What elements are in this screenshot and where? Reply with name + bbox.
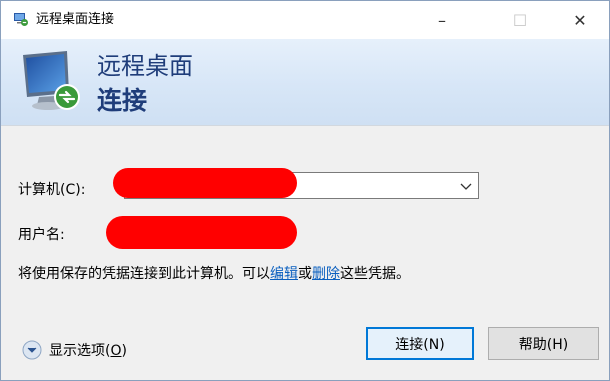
delete-link[interactable]: 删除: [312, 266, 340, 282]
expand-circle-icon[interactable]: [22, 340, 42, 360]
info-prefix: 将使用保存的凭据连接到此计算机。可以: [18, 266, 270, 282]
edit-link[interactable]: 编辑: [270, 266, 298, 282]
header-banner: 远程桌面 连接: [1, 39, 609, 126]
user-label: 用户名:: [18, 227, 65, 243]
connect-button[interactable]: 连接(N): [366, 327, 474, 360]
banner-subtitle: 连接: [97, 86, 148, 115]
help-button[interactable]: 帮助(H): [488, 327, 599, 360]
remote-desktop-icon: [14, 13, 28, 26]
rdp-window: 远程桌面连接 – ☐ ✕ 远程桌面 连接 计算机(C): 用户名: 将使用保存的…: [0, 0, 610, 381]
info-or: 或: [298, 266, 312, 282]
window-title: 远程桌面连接: [36, 12, 115, 27]
credentials-info: 将使用保存的凭据连接到此计算机。可以编辑或删除这些凭据。: [18, 265, 410, 283]
redaction-mark: [113, 168, 297, 198]
close-button[interactable]: ✕: [557, 1, 603, 39]
banner-title: 远程桌面: [97, 52, 193, 80]
title-bar[interactable]: 远程桌面连接 – ☐ ✕: [1, 1, 609, 39]
remote-desktop-monitor-icon: [23, 51, 80, 110]
minimize-button[interactable]: –: [419, 1, 465, 39]
show-options-label: 显示选项(O): [49, 343, 127, 359]
show-options-toggle[interactable]: 显示选项(O): [22, 339, 127, 361]
maximize-button[interactable]: ☐: [497, 1, 543, 39]
chevron-down-icon[interactable]: [458, 176, 474, 196]
redaction-mark: [106, 216, 297, 249]
info-suffix: 这些凭据。: [340, 266, 410, 282]
computer-label: 计算机(C):: [18, 182, 86, 198]
